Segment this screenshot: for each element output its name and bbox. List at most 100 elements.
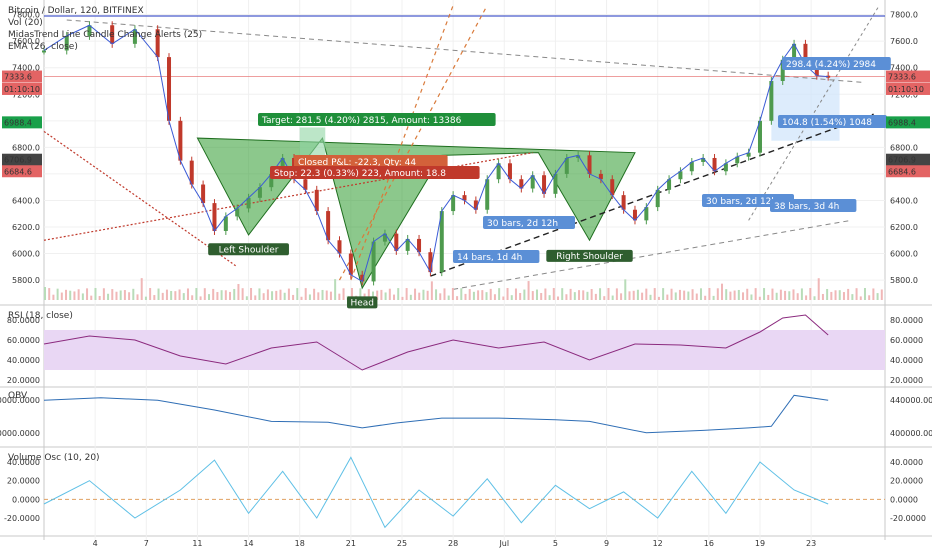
volume-bar <box>704 295 707 300</box>
volume-bar <box>493 294 496 300</box>
volume-bar <box>342 288 345 300</box>
volume-bar <box>683 290 686 300</box>
volume-bar <box>414 288 417 300</box>
volume-bar <box>144 296 147 300</box>
volume-bar <box>725 289 728 300</box>
pattern-label: Right Shoulder <box>556 252 623 262</box>
volume-bar <box>599 288 602 300</box>
volume-bar <box>868 295 871 300</box>
volume-bar <box>535 289 538 300</box>
volume-bar <box>275 290 278 300</box>
volume-bar <box>880 289 883 300</box>
volume-bar <box>788 291 791 300</box>
volume-bar <box>830 291 833 300</box>
y-tick-label-left: 6400.0 <box>12 196 40 205</box>
volume-bar <box>826 288 829 300</box>
right-value-tag-text: 6988.4 <box>888 118 916 127</box>
y-tick-label-right: 5800.0 <box>890 276 918 285</box>
vosc-title: Volume Osc (10, 20) <box>8 453 100 463</box>
volume-bar <box>136 294 139 300</box>
volume-bar <box>464 293 467 300</box>
volume-bar <box>418 292 421 300</box>
volume-bar <box>195 288 198 300</box>
x-tick-label: 11 <box>192 539 202 548</box>
volume-bar <box>594 293 597 300</box>
volume-bar <box>245 296 248 300</box>
obv-tick-left: 400000.0000 <box>0 429 40 438</box>
obv-line <box>43 394 829 434</box>
x-tick-label: 7 <box>144 539 149 548</box>
volume-bar <box>149 288 152 300</box>
volume-bar <box>174 291 177 300</box>
volume-bar <box>678 289 681 300</box>
volume-bar <box>258 288 261 300</box>
bars2-label: 14 bars, 1d 4h <box>457 253 522 263</box>
volume-bar <box>384 292 387 300</box>
volume-bar <box>388 288 391 300</box>
volume-bar <box>308 294 311 300</box>
vosc-tick-right: -20.0000 <box>890 514 926 523</box>
y-tick-label-right: 7800.0 <box>890 11 918 20</box>
volume-bar <box>182 293 185 300</box>
volume-bar <box>805 295 808 300</box>
volume-bar <box>111 289 114 300</box>
volume-bar <box>56 288 59 300</box>
volume-bar <box>317 292 320 300</box>
volume-bar <box>699 288 702 300</box>
volume-bar <box>65 289 68 300</box>
volume-bar <box>620 293 623 300</box>
measure1-label: 298.4 (4.24%) 2984 <box>786 60 876 70</box>
volume-bar <box>578 290 581 300</box>
volume-bar <box>430 281 433 300</box>
x-tick-label: 23 <box>806 539 816 548</box>
volume-bar <box>628 291 631 300</box>
volume-bar <box>451 288 454 300</box>
volume-bar <box>170 290 173 300</box>
volume-bar <box>254 295 257 300</box>
volume-bar <box>716 288 719 300</box>
volume-bar <box>502 296 505 300</box>
volume-bar <box>489 288 492 300</box>
volume-bar <box>447 295 450 300</box>
right-value-tag-text: 7333.6 <box>888 73 916 82</box>
left-value-tag-text: 6706.9 <box>4 156 32 165</box>
volume-bar <box>224 290 227 300</box>
y-tick-label-left: 6200.0 <box>12 223 40 232</box>
rsi-tick-left: 20.0000 <box>7 376 40 385</box>
volume-bar <box>670 288 673 300</box>
volume-bar <box>531 291 534 300</box>
rsi-tick-right: 80.0000 <box>890 316 923 325</box>
volume-bar <box>872 288 875 300</box>
volume-bar <box>662 288 665 300</box>
x-tick-label: 16 <box>704 539 714 548</box>
volume-bar <box>60 292 63 300</box>
volume-bar <box>523 289 526 300</box>
left-value-tag-text: 7333.6 <box>4 73 32 82</box>
volume-bar <box>855 288 858 300</box>
chart-svg[interactable]: 4 7 11 14 18 21 25 28 Jul 5 9 12 16 19 23 5800.0 5800.0 6… <box>0 0 932 550</box>
obv-tick-right: 400000.0000 <box>890 429 932 438</box>
chart-stage[interactable]: 4 7 11 14 18 21 25 28 Jul 5 9 12 16 19 23 5800.0 5800.0 6… <box>0 0 932 550</box>
volume-bar <box>754 288 757 300</box>
volume-bar <box>695 293 698 300</box>
volume-bar <box>809 288 812 300</box>
x-tick-label: 19 <box>755 539 765 548</box>
volume-bar <box>107 293 110 300</box>
volume-bar <box>216 292 219 300</box>
volume-bar <box>157 288 160 300</box>
volume-bar <box>52 294 55 300</box>
volume-bar <box>641 292 644 300</box>
volume-bar <box>472 291 475 300</box>
rsi-tick-right: 40.0000 <box>890 356 923 365</box>
volume-bar <box>632 290 635 300</box>
y-tick-label-right: 6000.0 <box>890 250 918 259</box>
volume-bar <box>544 288 547 300</box>
obv-title: OBV <box>8 391 28 401</box>
x-tick-label: 25 <box>397 539 407 548</box>
y-tick-label-left: 6000.0 <box>12 250 40 259</box>
vosc-line <box>43 456 829 529</box>
volume-bar <box>380 289 383 300</box>
volume-bar <box>283 292 286 300</box>
volume-bar <box>800 288 803 300</box>
vosc-tick-left: 0.0000 <box>12 495 40 504</box>
